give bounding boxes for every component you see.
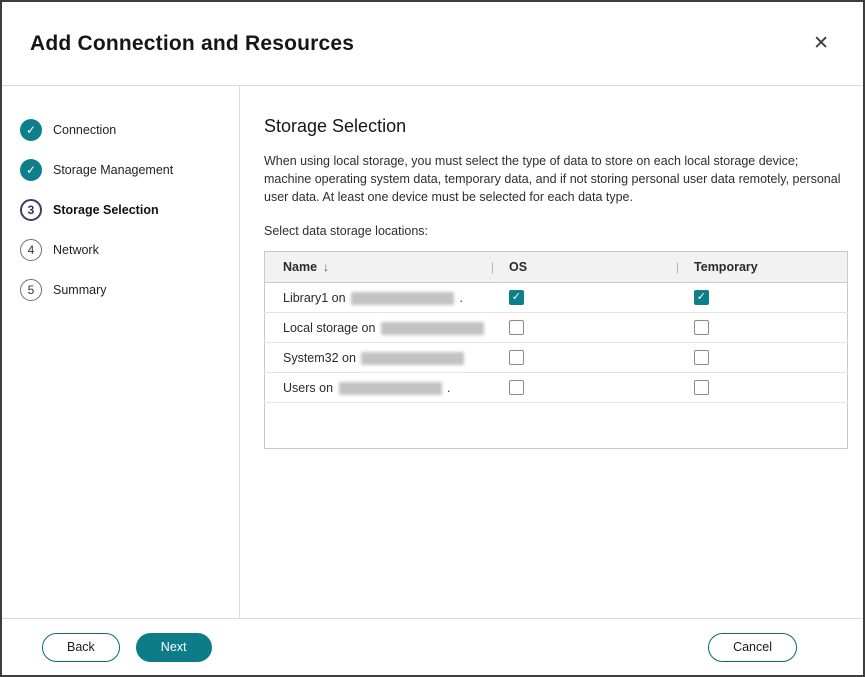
dialog-body: ✓ Connection ✓ Storage Management 3 Stor… (2, 86, 863, 618)
storage-locations-table: Name↓ |OS |Temporary Library1 on . ✓ ✓ Loca… (264, 251, 848, 449)
storage-name-cell: System32 on (265, 343, 486, 373)
step-label: Summary (53, 283, 106, 297)
next-button[interactable]: Next (136, 633, 212, 662)
storage-selection-panel: Storage Selection When using local stora… (240, 86, 865, 618)
temporary-checkbox[interactable] (694, 350, 709, 365)
column-separator: | (491, 260, 494, 274)
table-row: Users on . (265, 373, 848, 403)
select-locations-label: Select data storage locations: (264, 224, 848, 238)
sidebar-item-connection[interactable]: ✓ Connection (20, 118, 239, 141)
step-number-badge: 4 (20, 239, 42, 261)
temporary-checkbox-cell (671, 343, 848, 373)
table-row: Library1 on . ✓ ✓ (265, 283, 848, 313)
step-number-badge: 5 (20, 279, 42, 301)
table-row: Local storage on (265, 313, 848, 343)
sidebar-item-network[interactable]: 4 Network (20, 238, 239, 261)
table-empty-area (265, 403, 848, 449)
dialog-title: Add Connection and Resources (30, 32, 354, 56)
temporary-checkbox-cell (671, 313, 848, 343)
storage-name-text: Users on (283, 381, 337, 395)
step-complete-check-icon: ✓ (20, 159, 42, 181)
step-label: Connection (53, 123, 116, 137)
step-label: Network (53, 243, 99, 257)
storage-name-cell: Local storage on (265, 313, 486, 343)
step-complete-check-icon: ✓ (20, 119, 42, 141)
step-label: Storage Management (53, 163, 173, 177)
os-checkbox[interactable]: ✓ (509, 290, 524, 305)
column-header-os[interactable]: |OS (486, 252, 671, 283)
wizard-steps-sidebar: ✓ Connection ✓ Storage Management 3 Stor… (2, 86, 240, 618)
os-checkbox[interactable] (509, 320, 524, 335)
column-separator: | (676, 260, 679, 274)
storage-table-body: Library1 on . ✓ ✓ Local storage on System32… (265, 283, 848, 403)
redacted-hostname (351, 292, 454, 305)
os-checkbox-cell (486, 313, 671, 343)
os-checkbox-cell (486, 373, 671, 403)
temporary-checkbox-cell: ✓ (671, 283, 848, 313)
os-checkbox-cell: ✓ (486, 283, 671, 313)
step-label: Storage Selection (53, 203, 159, 217)
temporary-checkbox[interactable]: ✓ (694, 290, 709, 305)
storage-name-text: Library1 on (283, 291, 349, 305)
description-text: When using local storage, you must selec… (264, 152, 848, 206)
os-checkbox-cell (486, 343, 671, 373)
table-header: Name↓ |OS |Temporary (265, 252, 848, 283)
column-header-temporary[interactable]: |Temporary (671, 252, 848, 283)
close-icon[interactable]: ✕ (809, 30, 833, 57)
redacted-hostname (381, 322, 484, 335)
temporary-checkbox[interactable] (694, 320, 709, 335)
storage-name-cell: Users on . (265, 373, 486, 403)
temporary-checkbox-cell (671, 373, 848, 403)
empty-cell (265, 403, 848, 449)
storage-name-text: Local storage on (283, 321, 379, 335)
storage-name-suffix: . (444, 381, 451, 395)
step-number-badge: 3 (20, 199, 42, 221)
temporary-checkbox[interactable] (694, 380, 709, 395)
redacted-hostname (361, 352, 464, 365)
back-button[interactable]: Back (42, 633, 120, 662)
dialog-footer: Back Next Cancel (2, 618, 863, 675)
storage-name-cell: Library1 on . (265, 283, 486, 313)
storage-name-text: System32 on (283, 351, 359, 365)
storage-name-suffix: . (456, 291, 463, 305)
table-row: System32 on (265, 343, 848, 373)
os-checkbox[interactable] (509, 350, 524, 365)
sidebar-item-storage-selection[interactable]: 3 Storage Selection (20, 198, 239, 221)
sidebar-item-summary[interactable]: 5 Summary (20, 278, 239, 301)
cancel-button[interactable]: Cancel (708, 633, 797, 662)
column-header-name[interactable]: Name↓ (265, 252, 486, 283)
dialog-header: Add Connection and Resources ✕ (2, 2, 863, 86)
add-connection-resources-dialog: Add Connection and Resources ✕ ✓ Connect… (0, 0, 865, 677)
page-title: Storage Selection (264, 116, 848, 137)
sort-down-icon: ↓ (323, 260, 329, 274)
sidebar-item-storage-management[interactable]: ✓ Storage Management (20, 158, 239, 181)
os-checkbox[interactable] (509, 380, 524, 395)
redacted-hostname (339, 382, 442, 395)
